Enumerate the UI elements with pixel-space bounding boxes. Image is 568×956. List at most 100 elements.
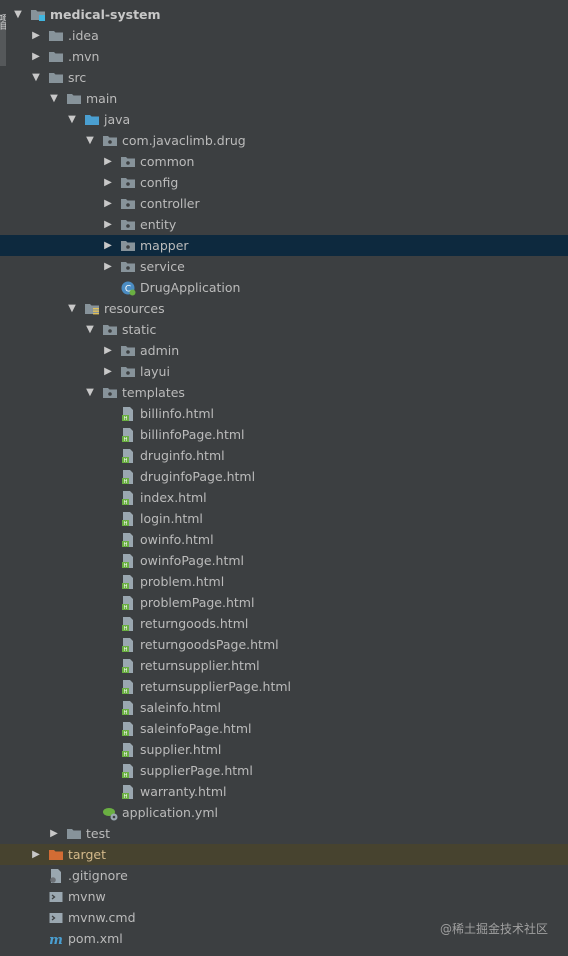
tree-node[interactable]: ▶ common <box>0 151 568 172</box>
tree-node[interactable]: ▼ main <box>0 88 568 109</box>
tree-node-label: supplier.html <box>140 742 222 757</box>
tree-node[interactable]: Hbillinfo.html <box>0 403 568 424</box>
collapse-arrow-icon[interactable]: ▶ <box>102 340 114 361</box>
expand-arrow-icon[interactable]: ▼ <box>66 109 78 130</box>
expand-arrow-icon[interactable]: ▼ <box>48 88 60 109</box>
expand-arrow-icon[interactable]: ▼ <box>84 319 96 340</box>
tree-node[interactable]: Hsaleinfo.html <box>0 697 568 718</box>
tree-node-label: common <box>140 154 195 169</box>
html-file-icon: H <box>120 679 136 695</box>
collapse-arrow-icon[interactable]: ▶ <box>102 172 114 193</box>
tree-node[interactable]: ▶ controller <box>0 193 568 214</box>
tree-node[interactable]: Hreturngoods.html <box>0 613 568 634</box>
svg-text:H: H <box>124 668 128 674</box>
tree-node[interactable]: ▼ templates <box>0 382 568 403</box>
tree-node[interactable]: HreturngoodsPage.html <box>0 634 568 655</box>
spring-yml-icon <box>102 805 118 821</box>
tree-node[interactable]: ▶ entity <box>0 214 568 235</box>
collapse-arrow-icon[interactable]: ▶ <box>102 235 114 256</box>
tree-node[interactable]: C DrugApplication <box>0 277 568 298</box>
collapse-arrow-icon[interactable]: ▶ <box>102 256 114 277</box>
excluded-folder-icon <box>48 847 64 863</box>
collapse-arrow-icon[interactable]: ▶ <box>102 214 114 235</box>
tree-node[interactable]: HsaleinfoPage.html <box>0 718 568 739</box>
html-file-icon: H <box>120 763 136 779</box>
tree-node[interactable]: ▶ layui <box>0 361 568 382</box>
tree-node[interactable]: HreturnsupplierPage.html <box>0 676 568 697</box>
html-file-icon: H <box>120 574 136 590</box>
tree-node[interactable]: ▼ resources <box>0 298 568 319</box>
tree-node[interactable]: HbillinfoPage.html <box>0 424 568 445</box>
tree-node[interactable]: mvnw <box>0 886 568 907</box>
tree-node-label: controller <box>140 196 200 211</box>
tree-node[interactable]: ▶ .mvn <box>0 46 568 67</box>
tree-node[interactable]: HproblemPage.html <box>0 592 568 613</box>
tree-node[interactable]: HsupplierPage.html <box>0 760 568 781</box>
tree-node[interactable]: ▼ medical-system <box>0 4 568 25</box>
collapse-arrow-icon[interactable]: ▶ <box>30 46 42 67</box>
folder-icon <box>66 826 82 842</box>
html-file-icon: H <box>120 532 136 548</box>
tree-node[interactable]: Hindex.html <box>0 487 568 508</box>
tree-node-label: mapper <box>140 238 189 253</box>
tree-node-label: com.javaclimb.drug <box>122 133 246 148</box>
svg-text:H: H <box>124 710 128 716</box>
tree-node[interactable]: Howinfo.html <box>0 529 568 550</box>
tree-node[interactable]: Hdruginfo.html <box>0 445 568 466</box>
expand-arrow-icon[interactable]: ▼ <box>12 4 24 25</box>
collapse-arrow-icon[interactable]: ▶ <box>102 193 114 214</box>
tree-node[interactable]: Hreturnsupplier.html <box>0 655 568 676</box>
tree-node-label: main <box>86 91 118 106</box>
collapse-arrow-icon[interactable]: ▶ <box>30 844 42 865</box>
tree-node-label: target <box>68 847 107 862</box>
tree-node[interactable]: .gitignore <box>0 865 568 886</box>
tree-node[interactable]: application.yml <box>0 802 568 823</box>
tree-node[interactable]: Hsupplier.html <box>0 739 568 760</box>
html-file-icon: H <box>120 637 136 653</box>
expand-arrow-icon[interactable]: ▼ <box>66 298 78 319</box>
svg-text:H: H <box>124 794 128 800</box>
expand-arrow-icon[interactable]: ▼ <box>84 130 96 151</box>
spring-class-icon: C <box>120 280 136 296</box>
tree-node[interactable]: ▼ static <box>0 319 568 340</box>
tree-node[interactable]: Hlogin.html <box>0 508 568 529</box>
tree-node[interactable]: ▶ target <box>0 844 568 865</box>
tree-node-label: billinfo.html <box>140 406 215 421</box>
maven-file-icon: m <box>48 931 64 948</box>
html-file-icon: H <box>120 742 136 758</box>
tree-node-label: src <box>68 70 87 85</box>
collapse-arrow-icon[interactable]: ▶ <box>30 25 42 46</box>
script-file-icon <box>48 910 64 926</box>
gitignore-file-icon <box>48 868 64 884</box>
html-file-icon: H <box>120 700 136 716</box>
html-file-icon: H <box>120 406 136 422</box>
tree-node[interactable]: ▶ config <box>0 172 568 193</box>
tree-node[interactable]: ▶ service <box>0 256 568 277</box>
project-tree[interactable]: ▼ medical-system ▶ .idea ▶ .mvn ▼ src ▼ main ▼ java… <box>0 4 568 949</box>
tree-node-label: DrugApplication <box>140 280 241 295</box>
svg-text:H: H <box>124 752 128 758</box>
tree-node[interactable]: ▼ java <box>0 109 568 130</box>
tree-node[interactable]: ▶ admin <box>0 340 568 361</box>
svg-text:H: H <box>124 479 128 485</box>
expand-arrow-icon[interactable]: ▼ <box>30 67 42 88</box>
folder-icon <box>48 28 64 44</box>
tree-node[interactable]: HowinfoPage.html <box>0 550 568 571</box>
tree-node[interactable]: Hwarranty.html <box>0 781 568 802</box>
tree-node[interactable]: ▼ com.javaclimb.drug <box>0 130 568 151</box>
tree-node-label: medical-system <box>50 7 161 22</box>
tree-node[interactable]: ▶ mapper <box>0 235 568 256</box>
tree-node[interactable]: ▼ src <box>0 67 568 88</box>
tree-node[interactable]: HdruginfoPage.html <box>0 466 568 487</box>
tree-node-label: java <box>104 112 131 127</box>
package-icon <box>102 322 118 338</box>
module-folder-icon <box>30 7 46 23</box>
collapse-arrow-icon[interactable]: ▶ <box>102 151 114 172</box>
collapse-arrow-icon[interactable]: ▶ <box>48 823 60 844</box>
collapse-arrow-icon[interactable]: ▶ <box>102 361 114 382</box>
tree-node[interactable]: Hproblem.html <box>0 571 568 592</box>
tree-node-label: resources <box>104 301 165 316</box>
expand-arrow-icon[interactable]: ▼ <box>84 382 96 403</box>
tree-node[interactable]: ▶ test <box>0 823 568 844</box>
tree-node[interactable]: ▶ .idea <box>0 25 568 46</box>
